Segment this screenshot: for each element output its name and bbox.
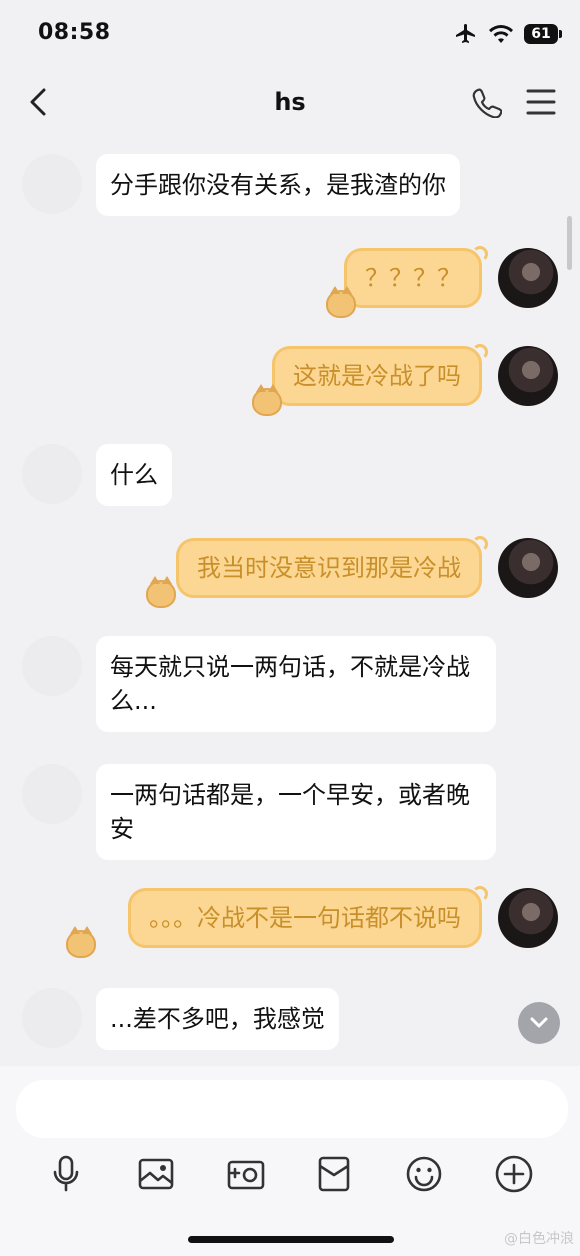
bubble-curl-decoration <box>472 536 488 552</box>
cat-sticker-icon <box>252 384 282 416</box>
emoji-button[interactable] <box>404 1154 444 1194</box>
status-bar: 08:58 61 <box>0 0 580 70</box>
more-button[interactable] <box>494 1154 534 1194</box>
contact-avatar[interactable] <box>22 154 82 214</box>
cat-sticker-icon <box>326 286 356 318</box>
microphone-icon <box>53 1155 79 1192</box>
bubble-curl-decoration <box>472 344 488 360</box>
message-list[interactable]: 分手跟你没有关系，是我渣的你 ？？？？ 这就是冷战了吗 什么 我当时没意识到那是… <box>0 134 580 1066</box>
phone-icon[interactable] <box>472 86 502 118</box>
message-bubble[interactable]: 。。。冷战不是一句话都不说吗 <box>128 888 482 948</box>
my-avatar[interactable] <box>498 346 558 406</box>
contact-avatar[interactable] <box>22 444 82 504</box>
message-bubble[interactable]: ？？？？ <box>344 248 482 308</box>
home-indicator[interactable] <box>188 1236 394 1243</box>
my-avatar[interactable] <box>498 538 558 598</box>
input-toolbar <box>0 1154 580 1202</box>
status-time: 08:58 <box>38 20 111 45</box>
input-area <box>0 1066 580 1256</box>
scroll-down-button[interactable] <box>518 1002 560 1044</box>
image-icon <box>138 1158 174 1190</box>
message-bubble[interactable]: 这就是冷战了吗 <box>272 346 482 406</box>
album-button[interactable] <box>136 1154 176 1194</box>
my-avatar[interactable] <box>498 248 558 308</box>
message-bubble[interactable]: 分手跟你没有关系，是我渣的你 <box>96 154 460 216</box>
chat-header: hs <box>0 70 580 134</box>
watermark: @白色冲浪 <box>504 1231 574 1247</box>
contact-avatar[interactable] <box>22 764 82 824</box>
chevron-down-icon <box>530 1017 548 1028</box>
plus-icon <box>495 1155 533 1193</box>
my-avatar[interactable] <box>498 888 558 948</box>
voice-button[interactable] <box>46 1154 86 1194</box>
menu-icon[interactable] <box>526 88 556 116</box>
scrollbar[interactable] <box>567 216 572 270</box>
camera-icon <box>227 1160 265 1190</box>
message-bubble[interactable]: 什么 <box>96 444 172 506</box>
message-bubble[interactable]: 每天就只说一两句话，不就是冷战么... <box>96 636 496 732</box>
contact-avatar[interactable] <box>22 636 82 696</box>
message-bubble[interactable]: 一两句话都是，一个早安，或者晚安 <box>96 764 496 860</box>
message-bubble[interactable]: ...差不多吧，我感觉 <box>96 988 339 1050</box>
camera-button[interactable] <box>226 1154 266 1194</box>
wifi-icon <box>489 25 513 43</box>
bubble-curl-decoration <box>472 886 488 902</box>
cat-sticker-icon <box>146 576 176 608</box>
cat-sticker-icon <box>66 926 96 958</box>
status-icons: 61 <box>454 22 562 46</box>
message-input[interactable] <box>16 1080 568 1138</box>
battery-indicator: 61 <box>524 24 562 44</box>
red-packet-button[interactable] <box>314 1154 354 1194</box>
airplane-icon <box>456 24 475 43</box>
red-packet-icon <box>318 1156 350 1192</box>
message-bubble[interactable]: 我当时没意识到那是冷战 <box>176 538 482 598</box>
emoji-icon <box>406 1156 442 1192</box>
bubble-curl-decoration <box>472 246 488 262</box>
contact-avatar[interactable] <box>22 988 82 1048</box>
